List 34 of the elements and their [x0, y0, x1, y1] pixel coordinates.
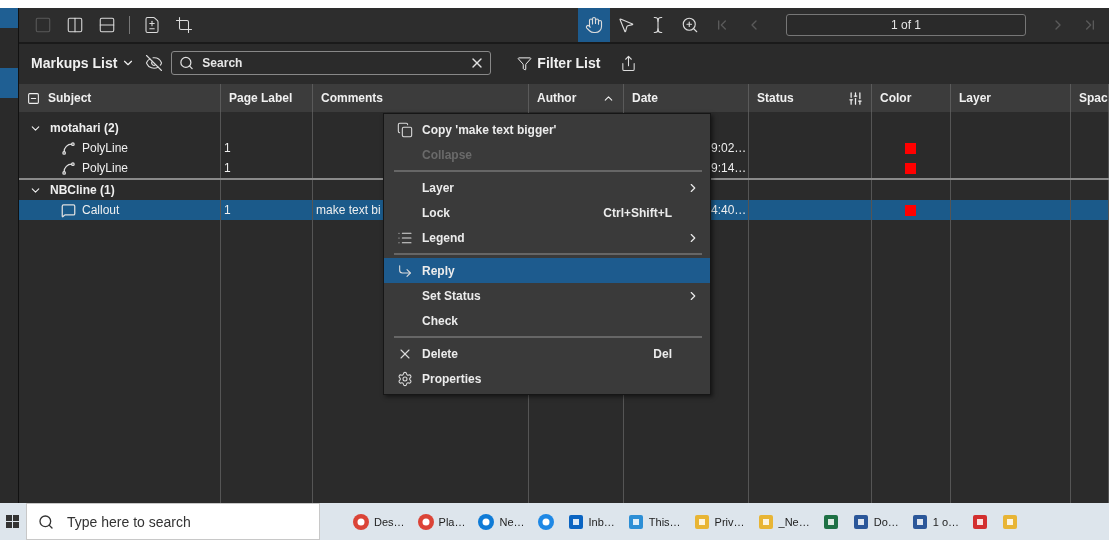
column-header[interactable]: Color [872, 84, 951, 112]
taskbar-app-button[interactable]: Des… [346, 503, 411, 540]
taskbar-search-field[interactable]: Type here to search [26, 503, 320, 540]
search-field[interactable]: Search [171, 51, 492, 75]
table-cell: 1 [221, 200, 313, 220]
column-header[interactable]: Spac [1071, 84, 1109, 112]
menu-item[interactable]: Legend [384, 225, 710, 250]
menu-item[interactable]: Set Status [384, 283, 710, 308]
markups-list-dropdown[interactable]: Markups List [31, 55, 136, 71]
subject-cell[interactable]: Callout [19, 200, 221, 220]
menu-item[interactable]: Layer [384, 175, 710, 200]
menu-item[interactable]: Properties [384, 366, 710, 391]
taskbar-app-button[interactable]: Inb… [560, 503, 621, 540]
table-cell: 1 [221, 158, 313, 178]
column-header[interactable]: Comments [313, 84, 529, 112]
column-header[interactable]: Status [749, 84, 872, 112]
table-cell: 1 [221, 138, 313, 158]
taskbar-app-button[interactable]: Pla… [410, 503, 472, 540]
column-header[interactable]: Date [624, 84, 749, 112]
menu-item[interactable]: Delete Del [384, 341, 710, 366]
page-field[interactable]: 1 of 1 [786, 14, 1026, 36]
taskbar-app-button[interactable]: Do… [845, 503, 905, 540]
column-header[interactable]: Author [529, 84, 624, 112]
taskbar-app-button[interactable]: Ne… [471, 503, 531, 540]
menu-item[interactable]: Check [384, 308, 710, 333]
taskbar-app-button[interactable]: Priv… [686, 503, 751, 540]
column-header[interactable]: Layer [951, 84, 1071, 112]
taskbar-app-button[interactable]: _Ne… [750, 503, 816, 540]
column-header[interactable]: Subject [19, 84, 221, 112]
column-header[interactable]: Page Label [221, 84, 313, 112]
filter-list-button[interactable]: Filter List [517, 55, 601, 71]
taskbar-app-button[interactable]: 1 o… [904, 503, 966, 540]
menu-item[interactable]: Reply [384, 258, 710, 283]
taskbar-app-button[interactable]: This… [620, 503, 687, 540]
